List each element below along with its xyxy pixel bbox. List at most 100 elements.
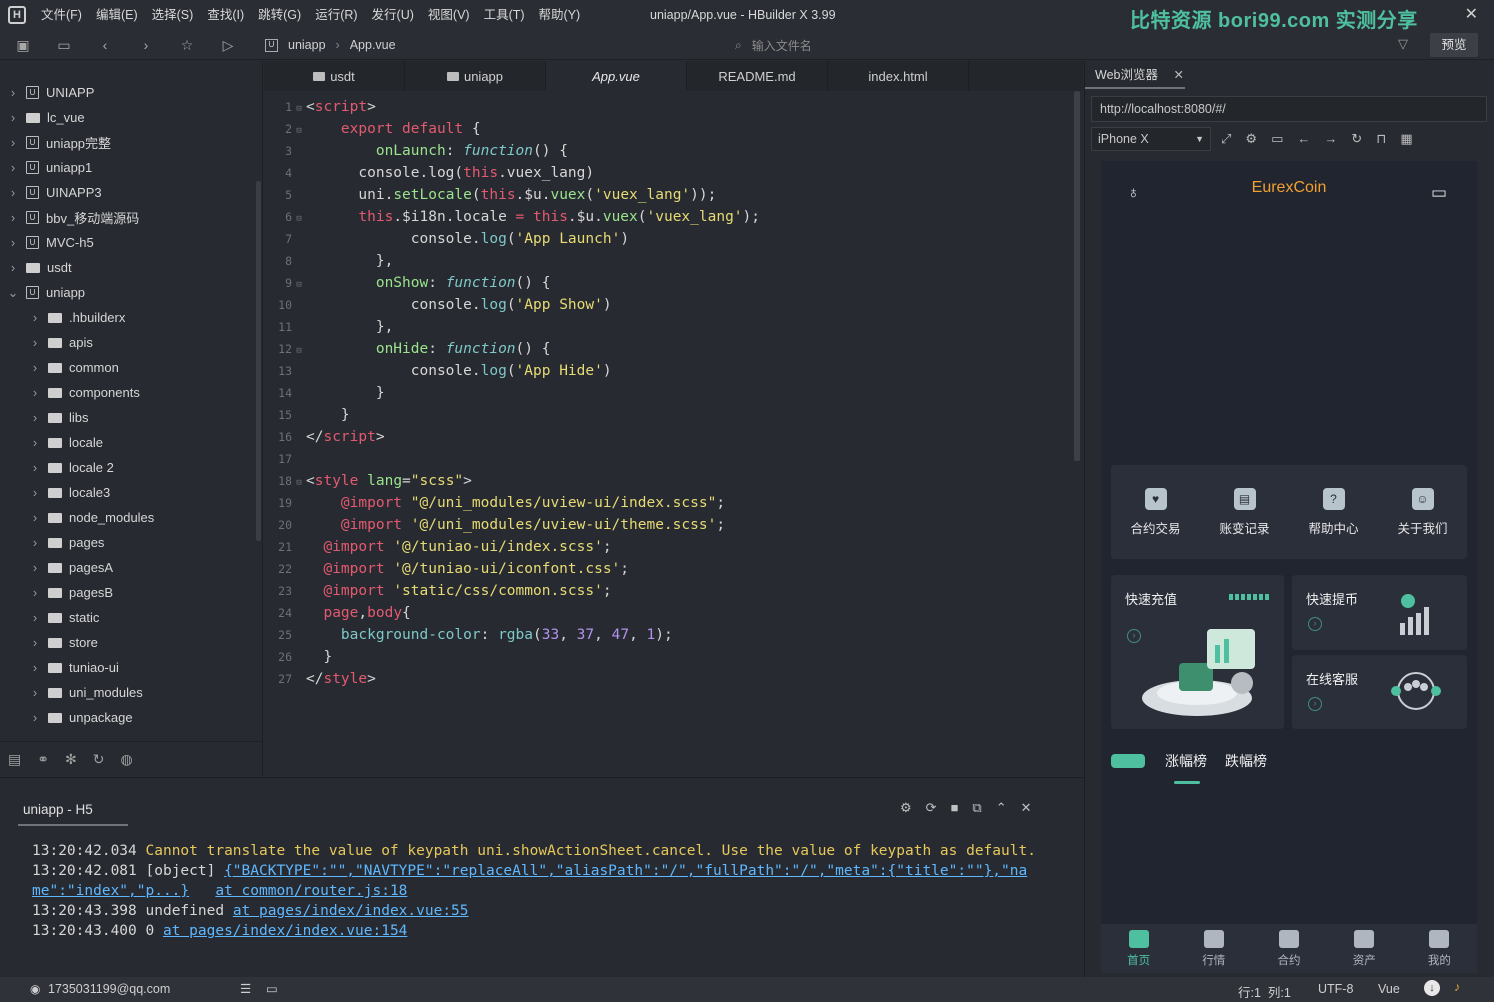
account-email[interactable]: 1735031199@qq.com <box>48 982 170 996</box>
tab-readme-md[interactable]: README.md <box>687 61 828 91</box>
window-close-icon[interactable]: ✕ <box>1465 4 1478 24</box>
chevron-right-icon[interactable]: › <box>28 510 42 525</box>
menu-item[interactable]: 编辑(E) <box>89 0 145 30</box>
project-item[interactable]: ⌄ Uuniapp <box>0 280 255 305</box>
chevron-right-icon[interactable]: › <box>28 335 42 350</box>
list-icon[interactable]: ☰ <box>240 981 251 996</box>
console-link[interactable]: {"BACKTYPE":"","NAVTYPE":"replaceAll","a… <box>224 863 1027 879</box>
bug-icon[interactable]: ✻ <box>65 751 77 768</box>
rotate-icon[interactable]: ⤢ <box>1221 131 1231 147</box>
refresh-icon[interactable]: ↻ <box>1351 131 1362 147</box>
forward-icon[interactable]: › <box>137 36 155 54</box>
code-editor[interactable]: 1 ⊟ <script> 2 ⊟ export default {3 onLaunch:… <box>264 91 1083 776</box>
folder-item[interactable]: › common <box>0 355 255 380</box>
tab-index-html[interactable]: index.html <box>828 61 969 91</box>
console-link[interactable]: at pages/index/index.vue:154 <box>163 923 407 939</box>
chevron-right-icon[interactable]: › <box>28 685 42 700</box>
project-item[interactable]: › U UINAPP3 <box>0 180 255 205</box>
fold-icon[interactable]: ⊟ <box>292 208 306 230</box>
folder-item[interactable]: › uni_modules <box>0 680 255 705</box>
preview-button[interactable]: 预览 <box>1430 33 1478 57</box>
menu-item[interactable]: 帮助(Y) <box>532 0 588 30</box>
project-item[interactable]: › U UNIAPP <box>0 80 255 105</box>
encoding[interactable]: UTF-8 <box>1318 982 1353 996</box>
console-icon[interactable]: ▭ <box>1271 131 1283 147</box>
fold-icon[interactable]: ⊟ <box>292 472 306 494</box>
tabbar-item[interactable]: 行情 <box>1176 924 1251 973</box>
file-search-input[interactable]: ⌕ 输入文件名 <box>735 35 935 55</box>
arrow-left-icon[interactable]: ← <box>1297 131 1310 147</box>
breadcrumb-file[interactable]: App.vue <box>350 30 396 60</box>
chevron-right-icon[interactable]: › <box>6 185 20 200</box>
cursor-position[interactable]: 行:1 列:1 <box>1238 982 1291 1001</box>
chevron-right-icon[interactable]: › <box>28 585 42 600</box>
stop-icon[interactable]: ■ <box>951 800 959 816</box>
chevron-right-icon[interactable]: › <box>6 135 20 150</box>
settings-icon[interactable]: ⚙ <box>1245 131 1257 147</box>
chevron-right-icon[interactable]: › <box>28 710 42 725</box>
folder-item[interactable]: › components <box>0 380 255 405</box>
folder-item[interactable]: › usdt <box>0 255 255 280</box>
chevron-right-icon[interactable]: › <box>28 560 42 575</box>
download-icon[interactable]: ↓ <box>1424 980 1440 996</box>
menu-item[interactable]: 查找(I) <box>200 0 251 30</box>
terminal-icon[interactable]: ▭ <box>266 981 278 996</box>
globe-icon[interactable]: ◍ <box>120 751 132 768</box>
open-external-icon[interactable]: ⧉ <box>972 800 981 816</box>
chevron-right-icon[interactable]: › <box>6 160 20 175</box>
language-mode[interactable]: Vue <box>1378 982 1400 996</box>
tabbar-item[interactable]: 资产 <box>1327 924 1402 973</box>
explorer-icon[interactable]: ▤ <box>8 751 21 768</box>
fold-icon[interactable]: ⊟ <box>292 274 306 296</box>
run-icon[interactable]: ▷ <box>219 36 237 54</box>
chevron-right-icon[interactable]: › <box>28 610 42 625</box>
chevron-right-icon[interactable]: › <box>6 110 20 125</box>
folder-item[interactable]: › locale <box>0 430 255 455</box>
arrow-right-icon[interactable]: → <box>1324 131 1337 147</box>
tab-uniapp[interactable]: uniapp <box>405 61 546 91</box>
chevron-right-icon[interactable]: › <box>6 210 20 225</box>
fold-icon[interactable]: ⊟ <box>292 98 306 120</box>
project-item[interactable]: › Uuniapp1 <box>0 155 255 180</box>
filter-icon[interactable]: ▽ <box>1398 36 1408 52</box>
back-icon[interactable]: ‹ <box>96 36 114 54</box>
folder-item[interactable]: › node_modules <box>0 505 255 530</box>
service-card[interactable]: 在线客服 › <box>1292 655 1467 729</box>
chevron-right-icon[interactable]: › <box>6 235 20 250</box>
chevron-right-icon[interactable]: › <box>28 460 42 475</box>
new-file-icon[interactable]: ▣ <box>14 36 32 54</box>
qrcode-icon[interactable]: ▦ <box>1400 131 1412 147</box>
folder-item[interactable]: › locale3 <box>0 480 255 505</box>
close-icon[interactable]: ✕ <box>1173 68 1183 82</box>
folder-item[interactable]: › .hbuilderx <box>0 305 255 330</box>
breadcrumb-project[interactable]: uniapp <box>288 30 326 60</box>
star-icon[interactable]: ☆ <box>178 36 196 54</box>
withdraw-card[interactable]: 快速提币 › <box>1292 575 1467 650</box>
chevron-right-icon[interactable]: › <box>28 410 42 425</box>
fold-icon[interactable]: ⊟ <box>292 340 306 362</box>
chevron-right-icon[interactable]: › <box>6 260 20 275</box>
console-tab[interactable]: uniapp - H5 <box>18 796 128 826</box>
chevron-down-icon[interactable]: ⌄ <box>6 285 20 301</box>
url-input[interactable]: http://localhost:8080/#/ <box>1091 96 1487 122</box>
folder-item[interactable]: › tuniao-ui <box>0 655 255 680</box>
console-link[interactable]: me":"index","p...} <box>32 883 189 899</box>
quick-item[interactable]: ▤ 账变记录 <box>1200 465 1289 559</box>
folder-item[interactable]: › locale 2 <box>0 455 255 480</box>
tab-losers[interactable]: 跌幅榜 <box>1225 751 1267 771</box>
lock-icon[interactable]: ⊓ <box>1376 131 1386 147</box>
debug-icon[interactable]: ⚙ <box>900 800 912 816</box>
binoculars-icon[interactable]: ⚭ <box>37 751 49 768</box>
quick-item[interactable]: ♥ 合约交易 <box>1111 465 1200 559</box>
save-icon[interactable]: ▭ <box>55 36 73 54</box>
git-icon[interactable]: ↻ <box>93 751 105 768</box>
console-source-link[interactable]: at common/router.js:18 <box>215 883 407 899</box>
menu-item[interactable]: 视图(V) <box>421 0 477 30</box>
menu-item[interactable]: 文件(F) <box>34 0 89 30</box>
chevron-right-icon[interactable]: › <box>28 535 42 550</box>
tab-app-vue[interactable]: App.vue <box>546 61 687 91</box>
chevron-right-icon[interactable]: › <box>28 360 42 375</box>
sidebar-scrollbar[interactable] <box>256 181 261 541</box>
folder-item[interactable]: › pagesA <box>0 555 255 580</box>
menu-item[interactable]: 发行(U) <box>365 0 421 30</box>
